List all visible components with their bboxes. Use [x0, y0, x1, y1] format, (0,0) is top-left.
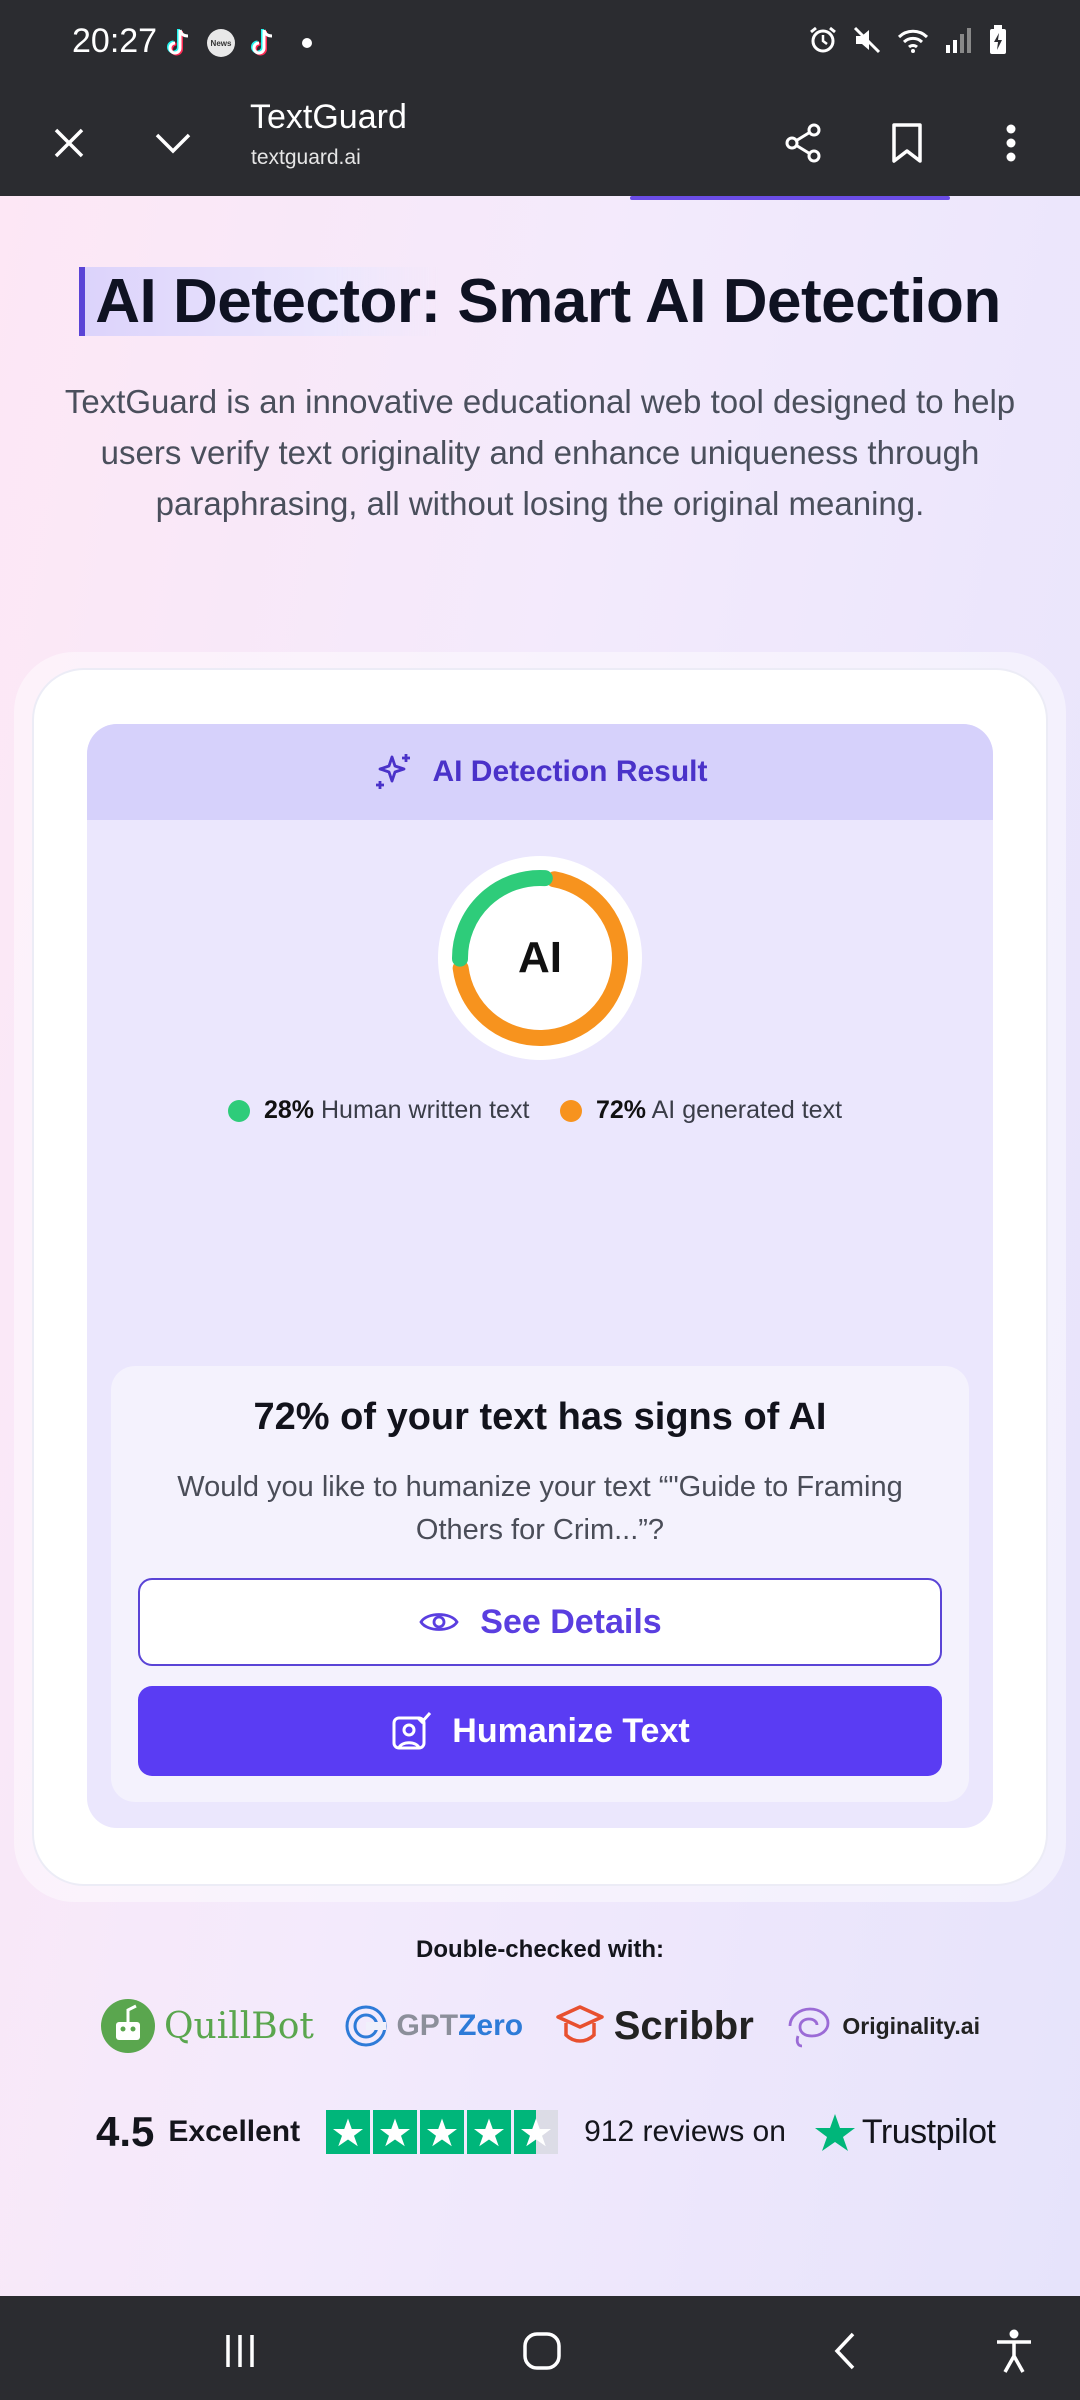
star-icon	[380, 2118, 411, 2147]
tiktok-icon	[246, 26, 280, 60]
home-button[interactable]	[512, 2326, 572, 2376]
trustpilot-text: Trustpilot	[861, 2112, 996, 2151]
reviews-count: 912 reviews on	[584, 2115, 786, 2148]
scribbr-icon	[555, 2005, 604, 2043]
quillbot-logo: QuillBot	[100, 1998, 314, 2054]
see-details-label: See Details	[480, 1602, 662, 1641]
more-options-button[interactable]	[976, 108, 1046, 178]
signal-icon	[946, 28, 971, 53]
result-header-label: AI Detection Result	[432, 755, 708, 788]
browser-toolbar: TextGuard textguard.ai	[0, 88, 1080, 196]
menu-accent-bar	[630, 196, 950, 200]
recent-apps-icon	[226, 2335, 254, 2367]
humanize-label: Humanize Text	[452, 1711, 690, 1750]
humanize-icon	[392, 1712, 432, 1750]
scribbr-logo: Scribbr	[554, 2003, 754, 2049]
system-icons	[808, 24, 1008, 56]
rating-star	[514, 2110, 559, 2154]
rating-star	[326, 2110, 371, 2154]
title-highlight: AI Detector:	[79, 267, 441, 336]
rating-word: Excellent	[168, 2115, 301, 2148]
humanize-text-button[interactable]: Humanize Text	[138, 1686, 942, 1776]
human-swatch	[228, 1099, 250, 1122]
recent-apps-button[interactable]	[210, 2326, 270, 2376]
scribbr-text: Scribbr	[613, 2003, 754, 2048]
rating-stars	[326, 2110, 559, 2154]
quillbot-icon	[101, 1999, 155, 2053]
chevron-down-icon	[155, 133, 191, 154]
ai-donut-chart: AI	[436, 854, 644, 1062]
see-details-button[interactable]: See Details	[138, 1578, 942, 1666]
eye-icon	[419, 1613, 459, 1631]
bookmark-button[interactable]	[872, 108, 942, 178]
originality-icon	[788, 2007, 830, 2048]
humanize-question: Would you like to humanize your text “"G…	[177, 1471, 903, 1546]
originality-logo: Originality.ai	[784, 2004, 980, 2048]
rating-star	[467, 2110, 512, 2154]
star-icon	[521, 2118, 552, 2147]
star-icon	[474, 2118, 505, 2147]
rating-score: 4.5	[96, 2108, 155, 2155]
gptzero-text-b: Zero	[458, 2009, 524, 2042]
back-button[interactable]	[816, 2326, 876, 2376]
tiktok-icon	[162, 26, 196, 60]
hero-description: TextGuard is an innovative educational w…	[64, 383, 1016, 522]
news-icon-label: News	[207, 29, 235, 57]
status-bar: 20:27 News	[0, 0, 1080, 88]
notification-dot	[302, 38, 312, 48]
gptzero-icon	[345, 2005, 387, 2047]
sparkles-icon	[376, 754, 411, 789]
accessibility-button[interactable]	[984, 2326, 1044, 2376]
system-nav-bar	[0, 2296, 1080, 2400]
star-icon	[427, 2118, 458, 2147]
ai-swatch	[560, 1099, 582, 1122]
partner-logos: QuillBot GPTZero Scribbr Originality.ai	[100, 1996, 980, 2056]
ai-signs-heading: 72% of your text has signs of AI	[253, 1396, 827, 1438]
rating-star	[373, 2110, 418, 2154]
notification-icons: News	[162, 26, 312, 60]
trustpilot-rating[interactable]: 4.5 Excellent 912 reviews on Trustpilot	[96, 2102, 996, 2162]
page-title: AI Detector: Smart AI Detection	[0, 266, 1080, 337]
legend-human: 28% Human written text	[228, 1096, 529, 1125]
quillbot-text: QuillBot	[164, 2005, 314, 2047]
rating-star	[420, 2110, 465, 2154]
legend-ai: 72% AI generated text	[560, 1096, 842, 1125]
gptzero-text-a: GPT	[396, 2009, 459, 2042]
close-icon	[54, 128, 84, 158]
trustpilot-logo: Trustpilot	[814, 2112, 996, 2152]
close-button[interactable]	[34, 108, 104, 178]
human-label: Human written text	[321, 1096, 530, 1124]
ai-percent: 72%	[596, 1096, 647, 1124]
title-rest: Smart AI Detection	[440, 267, 1001, 336]
site-title: TextGuard	[250, 98, 407, 136]
ai-label: AI generated text	[651, 1096, 843, 1124]
share-button[interactable]	[768, 108, 838, 178]
collapse-button[interactable]	[138, 108, 208, 178]
battery-icon	[990, 25, 1006, 54]
wifi-icon	[897, 29, 929, 53]
human-percent: 28%	[264, 1096, 315, 1124]
back-icon	[834, 2332, 855, 2370]
more-vert-icon	[1006, 124, 1016, 162]
alarm-icon	[810, 26, 836, 53]
double-checked-label: Double-checked with:	[415, 1936, 665, 1963]
trustpilot-star-icon	[814, 2114, 855, 2151]
web-page: AI Detector: Smart AI Detection TextGuar…	[0, 196, 1080, 2296]
share-icon	[785, 123, 821, 163]
accessibility-icon	[997, 2329, 1031, 2373]
site-url[interactable]: textguard.ai	[251, 146, 361, 170]
news-icon: News	[204, 26, 238, 60]
home-icon	[523, 2332, 561, 2370]
bookmark-icon	[892, 123, 922, 163]
gptzero-text: GPTZero	[396, 2009, 523, 2043]
star-icon	[333, 2118, 364, 2147]
mute-icon	[853, 26, 881, 54]
status-time: 20:27	[72, 22, 158, 60]
originality-text: Originality.ai	[842, 2012, 980, 2039]
gptzero-logo: GPTZero	[344, 2004, 523, 2048]
humanize-prompt-box: 72% of your text has signs of AI Would y…	[111, 1366, 969, 1802]
result-header: AI Detection Result	[87, 724, 993, 820]
donut-label: AI	[518, 933, 562, 982]
